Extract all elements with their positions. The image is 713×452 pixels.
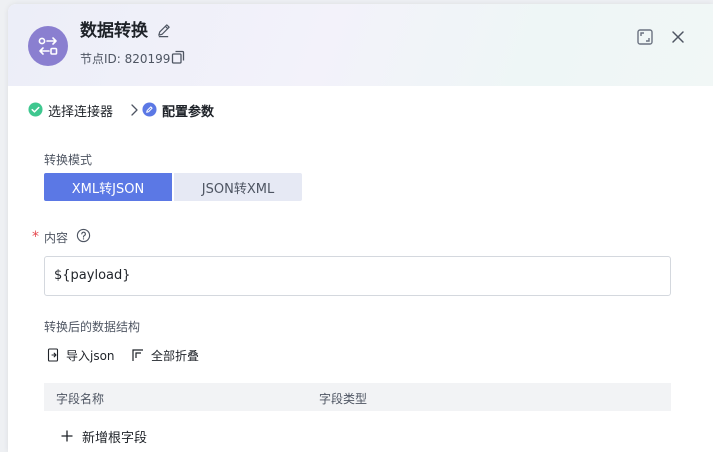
chevron-right-icon	[131, 104, 138, 116]
node-id-label: 节点ID: 820199	[80, 52, 171, 66]
content-input[interactable]: ${payload}	[44, 256, 671, 296]
structure-table-header: 字段名称 字段类型	[44, 383, 671, 411]
content-label: 内容	[44, 231, 69, 245]
mode-option-json-to-xml[interactable]: JSON转XML	[174, 173, 302, 201]
step-select-connector[interactable]: 选择连接器	[48, 101, 113, 120]
panel-header: 数据转换 节点ID: 820199	[8, 4, 713, 86]
structure-label: 转换后的数据结构	[44, 320, 141, 334]
column-field-name: 字段名称	[56, 392, 105, 406]
plus-icon	[61, 430, 73, 442]
step-configure-params[interactable]: 配置参数	[162, 101, 214, 120]
collapse-icon	[132, 349, 143, 361]
edit-title-icon[interactable]	[156, 23, 171, 38]
required-mark: *	[32, 229, 39, 245]
collapse-all-label: 全部折叠	[151, 349, 200, 363]
step-done-check-icon	[28, 102, 43, 117]
import-icon	[47, 348, 59, 362]
mode-option-xml-to-json[interactable]: XML转JSON	[44, 173, 172, 201]
add-root-field-label: 新增根字段	[82, 431, 148, 446]
column-field-type: 字段类型	[319, 392, 368, 406]
step-active-edit-icon	[142, 102, 157, 117]
node-title: 数据转换	[80, 21, 148, 41]
node-config-panel: 数据转换 节点ID: 820199 选择连接器 配置参数 转换模式 XML转JS…	[8, 4, 713, 452]
fullscreen-icon[interactable]	[636, 28, 654, 46]
data-transform-icon	[28, 26, 68, 66]
close-icon[interactable]	[669, 28, 687, 46]
help-icon[interactable]	[76, 228, 91, 243]
mode-segmented-control: XML转JSON JSON转XML	[44, 173, 302, 201]
copy-icon[interactable]	[170, 49, 186, 65]
mode-label: 转换模式	[44, 153, 93, 167]
import-json-label: 导入json	[66, 349, 115, 363]
